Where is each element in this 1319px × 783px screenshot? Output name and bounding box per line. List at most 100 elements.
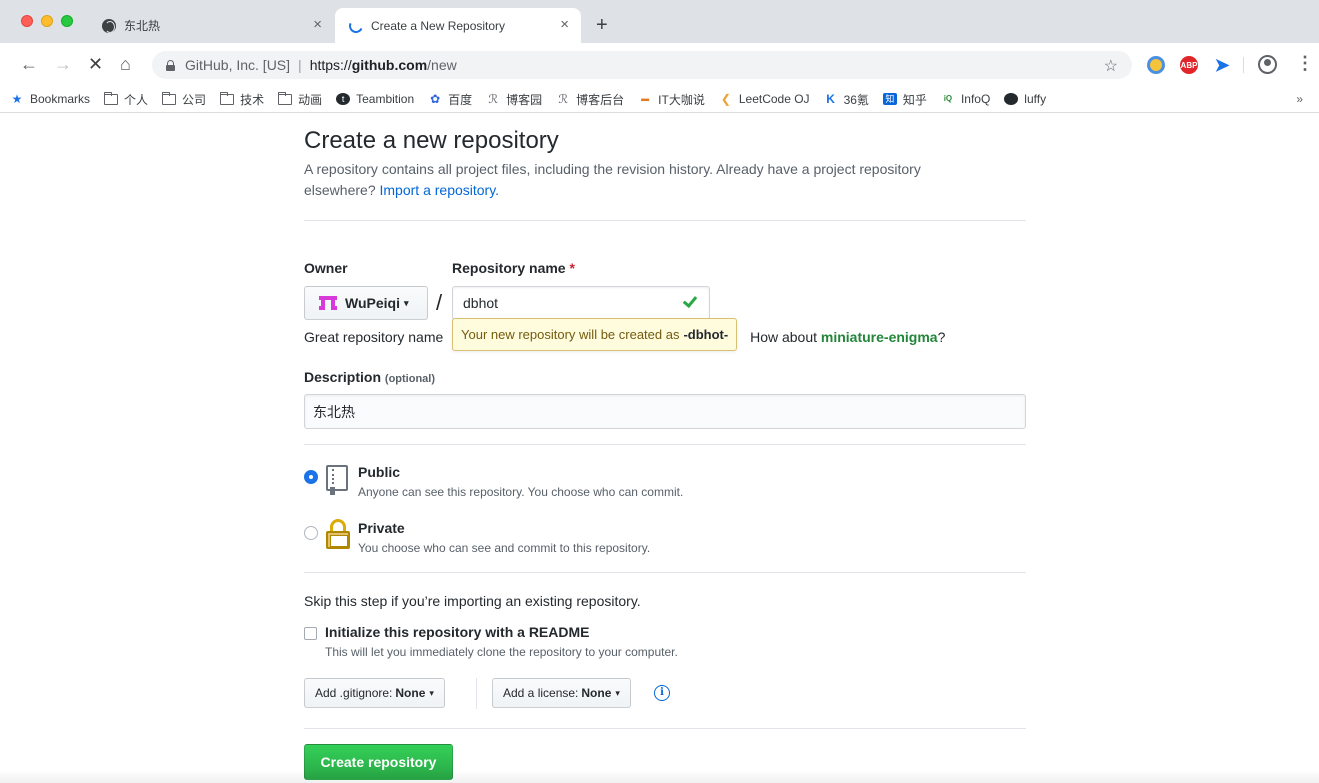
private-note: You choose who can see and commit to thi…: [358, 541, 651, 555]
bookmark-label: LeetCode OJ: [738, 92, 810, 106]
bookmark-label: 博客后台: [576, 92, 625, 107]
bookmark-item[interactable]: t Teambition: [336, 92, 414, 106]
bookmark-item[interactable]: ★ Bookmarks: [10, 92, 90, 106]
bookmark-item[interactable]: iQ InfoQ: [941, 92, 991, 106]
forward-icon[interactable]: →: [54, 54, 72, 74]
adblock-extension-icon[interactable]: ABP: [1180, 56, 1198, 74]
kr36-icon: K: [826, 92, 835, 106]
url-host: github.com: [351, 57, 428, 73]
bookmarks-bar: ★ Bookmarks 个人 公司 技术 动画 t Teambition ✿ 百度 ℛ…: [0, 86, 1319, 113]
suggested-repo-name[interactable]: miniature-enigma: [821, 329, 938, 345]
description-label-text: Description: [304, 369, 382, 385]
owner-repo-separator: /: [436, 290, 443, 315]
minimize-window-icon[interactable]: [41, 15, 53, 27]
bookmark-label: IT大咖说: [658, 92, 705, 107]
new-repo-form: Create a new repository A repository con…: [304, 113, 1026, 780]
page-content: Create a new repository A repository con…: [0, 113, 1319, 783]
browser-menu-icon[interactable]: ⋮: [1296, 53, 1314, 73]
init-readme-label[interactable]: Initialize this repository with a README: [325, 624, 589, 640]
bookmark-folder[interactable]: 公司: [162, 91, 206, 108]
browser-tab-1[interactable]: 东北热 ×: [92, 8, 334, 43]
leetcode-icon: ❮: [720, 92, 731, 106]
info-icon[interactable]: i: [654, 685, 670, 701]
divider: [304, 572, 1026, 573]
itdks-icon: ▬: [641, 94, 650, 103]
url-scheme: https://: [309, 57, 352, 73]
new-tab-button[interactable]: +: [596, 15, 608, 35]
owner-select-button[interactable]: WuPeiqi ▾: [304, 286, 428, 320]
bookmark-folder[interactable]: 个人: [104, 91, 148, 108]
select-separator: [476, 678, 477, 709]
license-select-button[interactable]: Add a license: None ▾: [492, 678, 631, 708]
description-input[interactable]: [304, 394, 1026, 429]
tooltip-repo-name: -dbhot-: [683, 327, 729, 342]
bookmark-item[interactable]: K 36氪: [824, 91, 869, 108]
init-readme-checkbox[interactable]: [304, 627, 317, 640]
page-description: A repository contains all project files,…: [304, 159, 994, 201]
home-icon[interactable]: ⌂: [120, 54, 131, 74]
checkmark-icon: [682, 293, 698, 309]
globe-icon: [102, 18, 116, 33]
bookmark-label: InfoQ: [960, 92, 991, 106]
bookmark-item[interactable]: ℛ 博客园: [486, 91, 542, 108]
suggestion-end: ?: [937, 329, 946, 345]
close-window-icon[interactable]: [21, 15, 33, 27]
bookmark-label: 知乎: [902, 92, 927, 107]
bookmark-folder[interactable]: 技术: [220, 91, 264, 108]
lock-icon: [326, 519, 350, 549]
maximize-window-icon[interactable]: [61, 15, 73, 27]
bookmark-star-icon[interactable]: ☆: [1104, 56, 1118, 76]
suggestion-mid: How about: [750, 329, 818, 345]
gitignore-label: Add .gitignore:: [315, 686, 393, 700]
repository-name-input[interactable]: [452, 286, 710, 320]
owner-label: Owner: [304, 260, 348, 276]
cnblogs-icon: ℛ: [558, 92, 568, 106]
extension-1-icon[interactable]: [1147, 56, 1165, 74]
public-note: Anyone can see this repository. You choo…: [358, 485, 684, 499]
divider: [304, 220, 1026, 221]
tab-close-icon[interactable]: ×: [560, 17, 569, 32]
gitignore-value: None: [395, 686, 426, 700]
bookmark-item[interactable]: 知知乎: [882, 91, 927, 108]
bookmark-folder[interactable]: 动画: [278, 91, 322, 108]
site-identity: GitHub, Inc. [US]: [185, 57, 291, 73]
folder-icon: [278, 91, 293, 105]
required-mark: *: [569, 260, 575, 276]
bookmark-item[interactable]: luffy: [1004, 92, 1046, 106]
stop-loading-icon[interactable]: ✕: [88, 54, 103, 74]
init-readme-note: This will let you immediately clone the …: [325, 645, 678, 659]
owner-avatar: [319, 296, 337, 310]
folder-icon: [220, 91, 235, 105]
loading-spinner-icon: [347, 16, 365, 35]
description-label: Description (optional): [304, 369, 435, 385]
bookmark-item[interactable]: ❮ LeetCode OJ: [719, 92, 810, 106]
import-repository-link[interactable]: Import a repository.: [380, 182, 500, 198]
bookmarks-overflow-icon[interactable]: »: [1296, 92, 1303, 106]
profile-icon[interactable]: [1258, 55, 1277, 74]
repo-name-label-text: Repository name: [452, 260, 566, 276]
public-radio[interactable]: [304, 470, 318, 484]
status-shadow: [0, 770, 1319, 783]
gitignore-select-button[interactable]: Add .gitignore: None ▾: [304, 678, 445, 708]
browser-tab-2[interactable]: Create a New Repository ×: [335, 8, 581, 43]
teambition-icon: t: [336, 93, 351, 105]
address-bar[interactable]: GitHub, Inc. [US] | https://github.com/n…: [152, 51, 1132, 79]
browser-toolbar: ← → ✕ ⌂ GitHub, Inc. [US] | https://gith…: [0, 43, 1319, 86]
private-radio[interactable]: [304, 526, 318, 540]
bird-extension-icon[interactable]: ➤: [1213, 55, 1231, 75]
chevron-down-icon: ▾: [615, 687, 620, 698]
bookmark-item[interactable]: ✿ 百度: [428, 91, 472, 108]
license-label: Add a license:: [503, 686, 579, 700]
back-icon[interactable]: ←: [20, 54, 38, 74]
bookmark-item[interactable]: ▬ IT大咖说: [638, 91, 705, 108]
bookmark-item[interactable]: ℛ 博客后台: [556, 91, 624, 108]
repo-icon: [326, 465, 350, 495]
bookmark-label: 36氪: [843, 92, 869, 107]
private-title: Private: [358, 520, 405, 536]
tab-close-icon[interactable]: ×: [313, 17, 322, 32]
url-path: /new: [427, 57, 457, 73]
browser-tab-bar: 东北热 × Create a New Repository × +: [0, 0, 1319, 43]
lock-icon[interactable]: [166, 59, 175, 71]
owner-name: WuPeiqi: [345, 295, 400, 311]
cnblogs-icon: ℛ: [488, 92, 498, 106]
